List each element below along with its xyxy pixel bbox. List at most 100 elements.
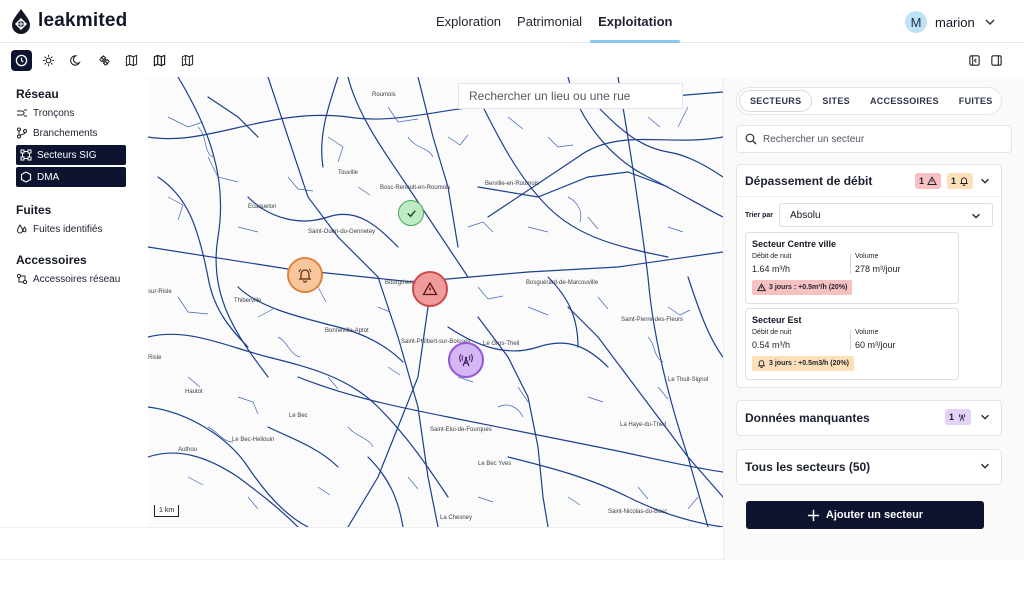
metric-label: Débit de nuit (752, 253, 792, 260)
sidebar-item-label: Accessoires réseau (33, 273, 121, 285)
map-place-label: Bonneville-Aptot (325, 328, 369, 334)
collapse-left-button[interactable] (964, 50, 985, 71)
map-place-label: Le Bec-Hellouin (232, 437, 275, 443)
map-place-label: Authou (178, 447, 198, 453)
chevron-down-icon[interactable] (979, 460, 991, 472)
tab-secteurs[interactable]: SECTEURS (739, 90, 813, 112)
map-marker-alert[interactable] (412, 271, 448, 307)
tab-patrimonial[interactable]: Patrimonial (509, 0, 590, 43)
sidebar-item-fuites-identifies[interactable]: Fuites identifiés (16, 219, 148, 239)
map-place-label: Saint-Ouen-du-Gennetey (308, 229, 376, 235)
sidebar-item-label: Fuites identifiés (33, 223, 103, 235)
collapse-right-button[interactable] (986, 50, 1007, 71)
layers-sidebar: Réseau Tronçons Branchements Secteurs SI… (0, 77, 148, 527)
sun-icon (42, 54, 55, 67)
map-place-label: Berville-en-Roumois (485, 181, 540, 187)
clock-icon (15, 54, 28, 67)
tous-secteurs-header[interactable]: Tous les secteurs (50) (737, 450, 1001, 484)
map-place-label: Le Thuit-Signol (668, 377, 709, 383)
bell-icon (298, 268, 312, 283)
map-search-input[interactable]: Rechercher un lieu ou une rue (458, 83, 683, 109)
metric-value: 60 m³/jour (855, 340, 896, 350)
map-place-label: Ecaquelon (248, 204, 277, 210)
search-icon (745, 133, 757, 145)
map-place-label: Hautot (185, 389, 203, 395)
chevron-down-icon[interactable] (983, 15, 997, 29)
map-place-label: La Haye-du-Theil (620, 422, 667, 428)
missing-data-badge: 1 (945, 409, 972, 425)
sidebar-item-dma[interactable]: DMA (16, 167, 126, 187)
missing-count: 1 (949, 412, 955, 422)
map-place-label: Touville (338, 170, 359, 176)
moon-tool[interactable] (66, 50, 87, 71)
sectors-icon (20, 149, 32, 161)
satellite-tool[interactable] (94, 50, 115, 71)
sun-tool[interactable] (38, 50, 59, 71)
branch-icon (17, 127, 27, 139)
tous-secteurs-card[interactable]: Tous les secteurs (50) (736, 449, 1002, 485)
map-pin-tool[interactable] (177, 50, 198, 71)
tab-exploration[interactable]: Exploration (428, 0, 509, 43)
panel-right-icon (991, 55, 1002, 66)
metric-label: Volume (855, 253, 879, 260)
map-alt-tool[interactable] (149, 50, 170, 71)
avatar[interactable]: M (905, 11, 927, 33)
donnees-manquantes-card[interactable]: Données manquantes 1 (736, 400, 1002, 436)
map-marker-ok[interactable] (398, 200, 424, 226)
sector-card-centre-ville[interactable]: Secteur Centre ville Débit de nuit 1.64 … (745, 232, 959, 304)
pipes-icon (17, 109, 27, 117)
map-marker-warning[interactable] (287, 257, 323, 293)
map-place-label: Bosc-Renoult-en-Roumois (380, 185, 451, 191)
sort-label: Trier par (745, 211, 774, 219)
chevron-down-icon[interactable] (979, 175, 991, 187)
panel-tabs: SECTEURS SITES ACCESSOIRES FUITES (736, 87, 1002, 115)
alert-text: 3 jours : +0.5m3/h (20%) (769, 360, 849, 367)
map-place-label: Le Bec (289, 413, 308, 419)
map-place-label: Le Gros-Theil (483, 341, 520, 347)
user-name[interactable]: marion (935, 15, 975, 30)
logo[interactable]: leakmited (10, 8, 127, 34)
tab-fuites[interactable]: FUITES (949, 90, 1003, 112)
bell-icon (757, 360, 766, 368)
map-icon (125, 54, 138, 67)
sidebar-item-branchements[interactable]: Branchements (16, 123, 148, 143)
map-place-label: Risle (148, 355, 162, 361)
sidebar-item-accessoires-reseau[interactable]: Accessoires réseau (16, 269, 148, 289)
check-icon (406, 209, 416, 217)
divider (850, 330, 851, 350)
moon-icon (70, 55, 81, 66)
map-alt-icon (153, 54, 166, 67)
depassement-header[interactable]: Dépassement de débit 1 1 (737, 165, 1001, 197)
map-marker-missing-data[interactable] (448, 342, 484, 378)
sort-select[interactable]: Absolu (779, 203, 994, 227)
network-map[interactable]: Rechercher un lieu ou une rue Roumois Bo… (148, 77, 723, 527)
leakmited-logo-icon (12, 9, 30, 34)
sector-card-est[interactable]: Secteur Est Débit de nuit 0.54 m³/h Volu… (745, 308, 959, 380)
sidebar-item-secteurs-sig[interactable]: Secteurs SIG (16, 145, 126, 165)
sector-search-input[interactable]: Rechercher un secteur (736, 125, 1012, 153)
metric-value: 278 m³/jour (855, 264, 901, 274)
tab-accessoires[interactable]: ACCESSOIRES (860, 90, 949, 112)
map-place-label: Saint-Nicolas-du-Bosc (608, 509, 668, 515)
section-fuites-title: Fuites (16, 203, 52, 217)
sidebar-item-troncons[interactable]: Tronçons (16, 103, 148, 123)
add-sector-button[interactable]: Ajouter un secteur (746, 501, 984, 529)
user-menu[interactable]: M marion (905, 11, 997, 33)
alert-triangle-icon (757, 283, 766, 292)
donnees-manquantes-header[interactable]: Données manquantes 1 (737, 401, 1001, 435)
sort-row: Trier par Absolu (745, 203, 994, 227)
antenna-icon (459, 353, 473, 367)
map-place-label: Le Bec Yves (478, 461, 512, 467)
tab-exploitation[interactable]: Exploitation (590, 0, 681, 43)
satellite-icon (99, 55, 110, 66)
map-tool[interactable] (121, 50, 142, 71)
section-accessoires-title: Accessoires (16, 253, 87, 267)
chevron-down-icon[interactable] (979, 411, 991, 423)
add-sector-label: Ajouter un secteur (825, 509, 924, 521)
clock-tool[interactable] (11, 50, 32, 71)
donnees-manquantes-title: Données manquantes (745, 411, 870, 425)
tab-sites[interactable]: SITES (812, 90, 860, 112)
alert-count: 1 (919, 176, 925, 186)
sidebar-item-label: DMA (37, 171, 60, 183)
bell-icon (959, 177, 969, 186)
